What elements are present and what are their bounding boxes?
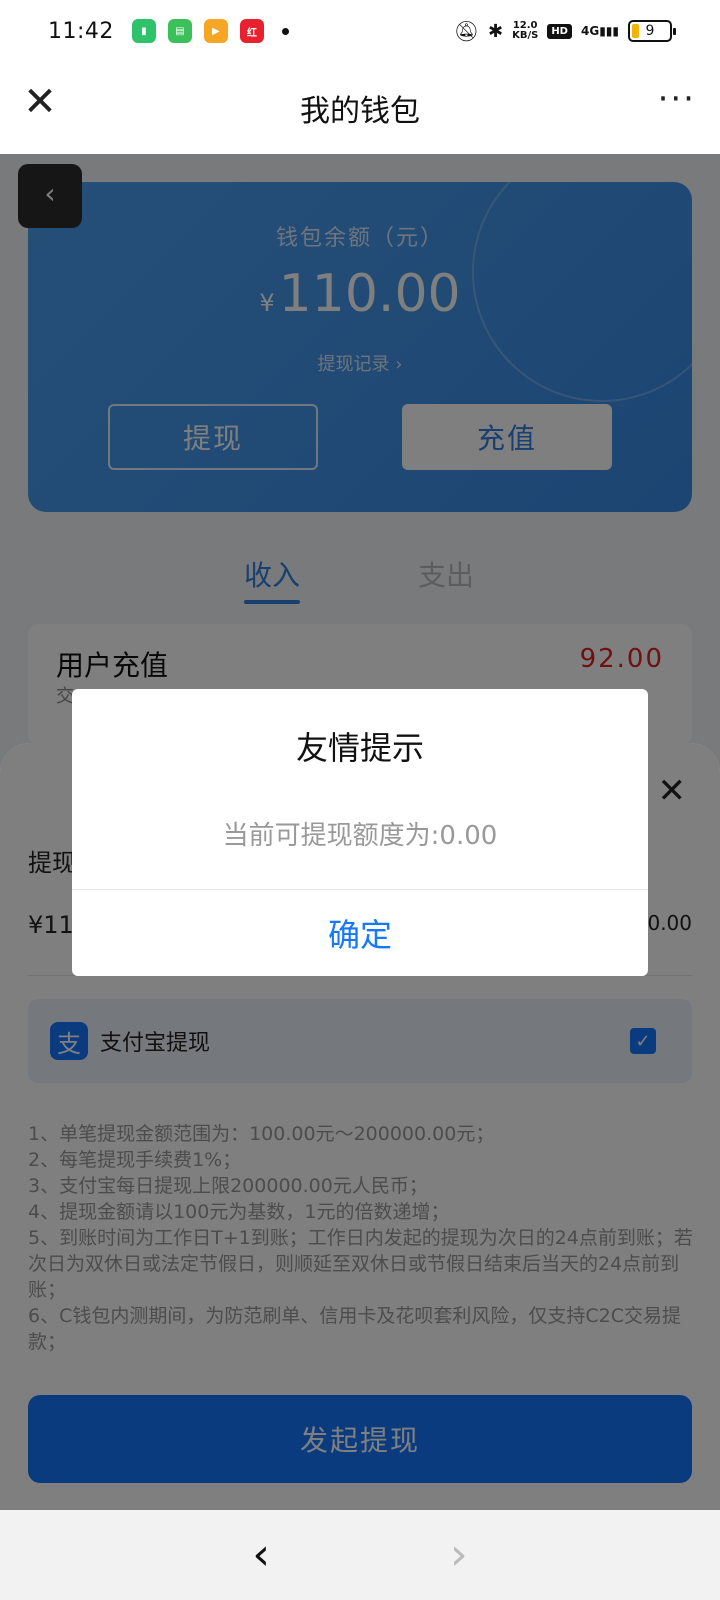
back-arrow-icon[interactable]: ‹: [252, 1533, 270, 1577]
app-notification-icon: ▮: [131, 19, 156, 43]
hd-icon: HD: [547, 23, 572, 39]
bluetooth-icon: ✱: [487, 20, 504, 42]
status-app-icons: ▮ ▤ ▶ 红: [131, 19, 289, 43]
network-speed: 12.0 KB/S: [512, 20, 539, 41]
forward-arrow-icon[interactable]: ›: [450, 1533, 468, 1577]
browser-nav-bar: ‹ ›: [0, 1510, 720, 1600]
status-indicators: 🔕︎ ✱ 12.0 KB/S HD 4G▮▮▮ 9: [453, 19, 676, 43]
status-time: 11:42: [48, 18, 114, 44]
status-bar: 11:42 ▮ ▤ ▶ 红 🔕︎ ✱ 12.0 KB/S HD 4G▮▮▮ 9: [0, 0, 720, 62]
signal-icon: 4G▮▮▮: [580, 24, 619, 38]
video-app-icon: ▶: [203, 19, 228, 43]
alert-dialog: 友情提示 当前可提现额度为:0.00 确定: [72, 689, 648, 976]
mute-icon: 🔕︎: [453, 19, 479, 43]
nav-bar: ✕ 我的钱包 ···: [0, 62, 720, 154]
close-icon[interactable]: ✕: [22, 82, 58, 122]
dialog-title: 友情提示: [295, 729, 424, 767]
shopping-app-icon: 红: [239, 19, 264, 43]
confirm-button[interactable]: 确定: [72, 889, 648, 976]
more-icon[interactable]: ···: [658, 82, 696, 116]
dialog-message: 当前可提现额度为:0.00: [222, 821, 498, 851]
page-title: 我的钱包: [300, 94, 420, 129]
message-icon: ▤: [167, 19, 192, 43]
more-notifications-dot: [281, 27, 289, 35]
battery-icon: 9: [628, 20, 676, 42]
battery-level: 9: [645, 23, 655, 39]
